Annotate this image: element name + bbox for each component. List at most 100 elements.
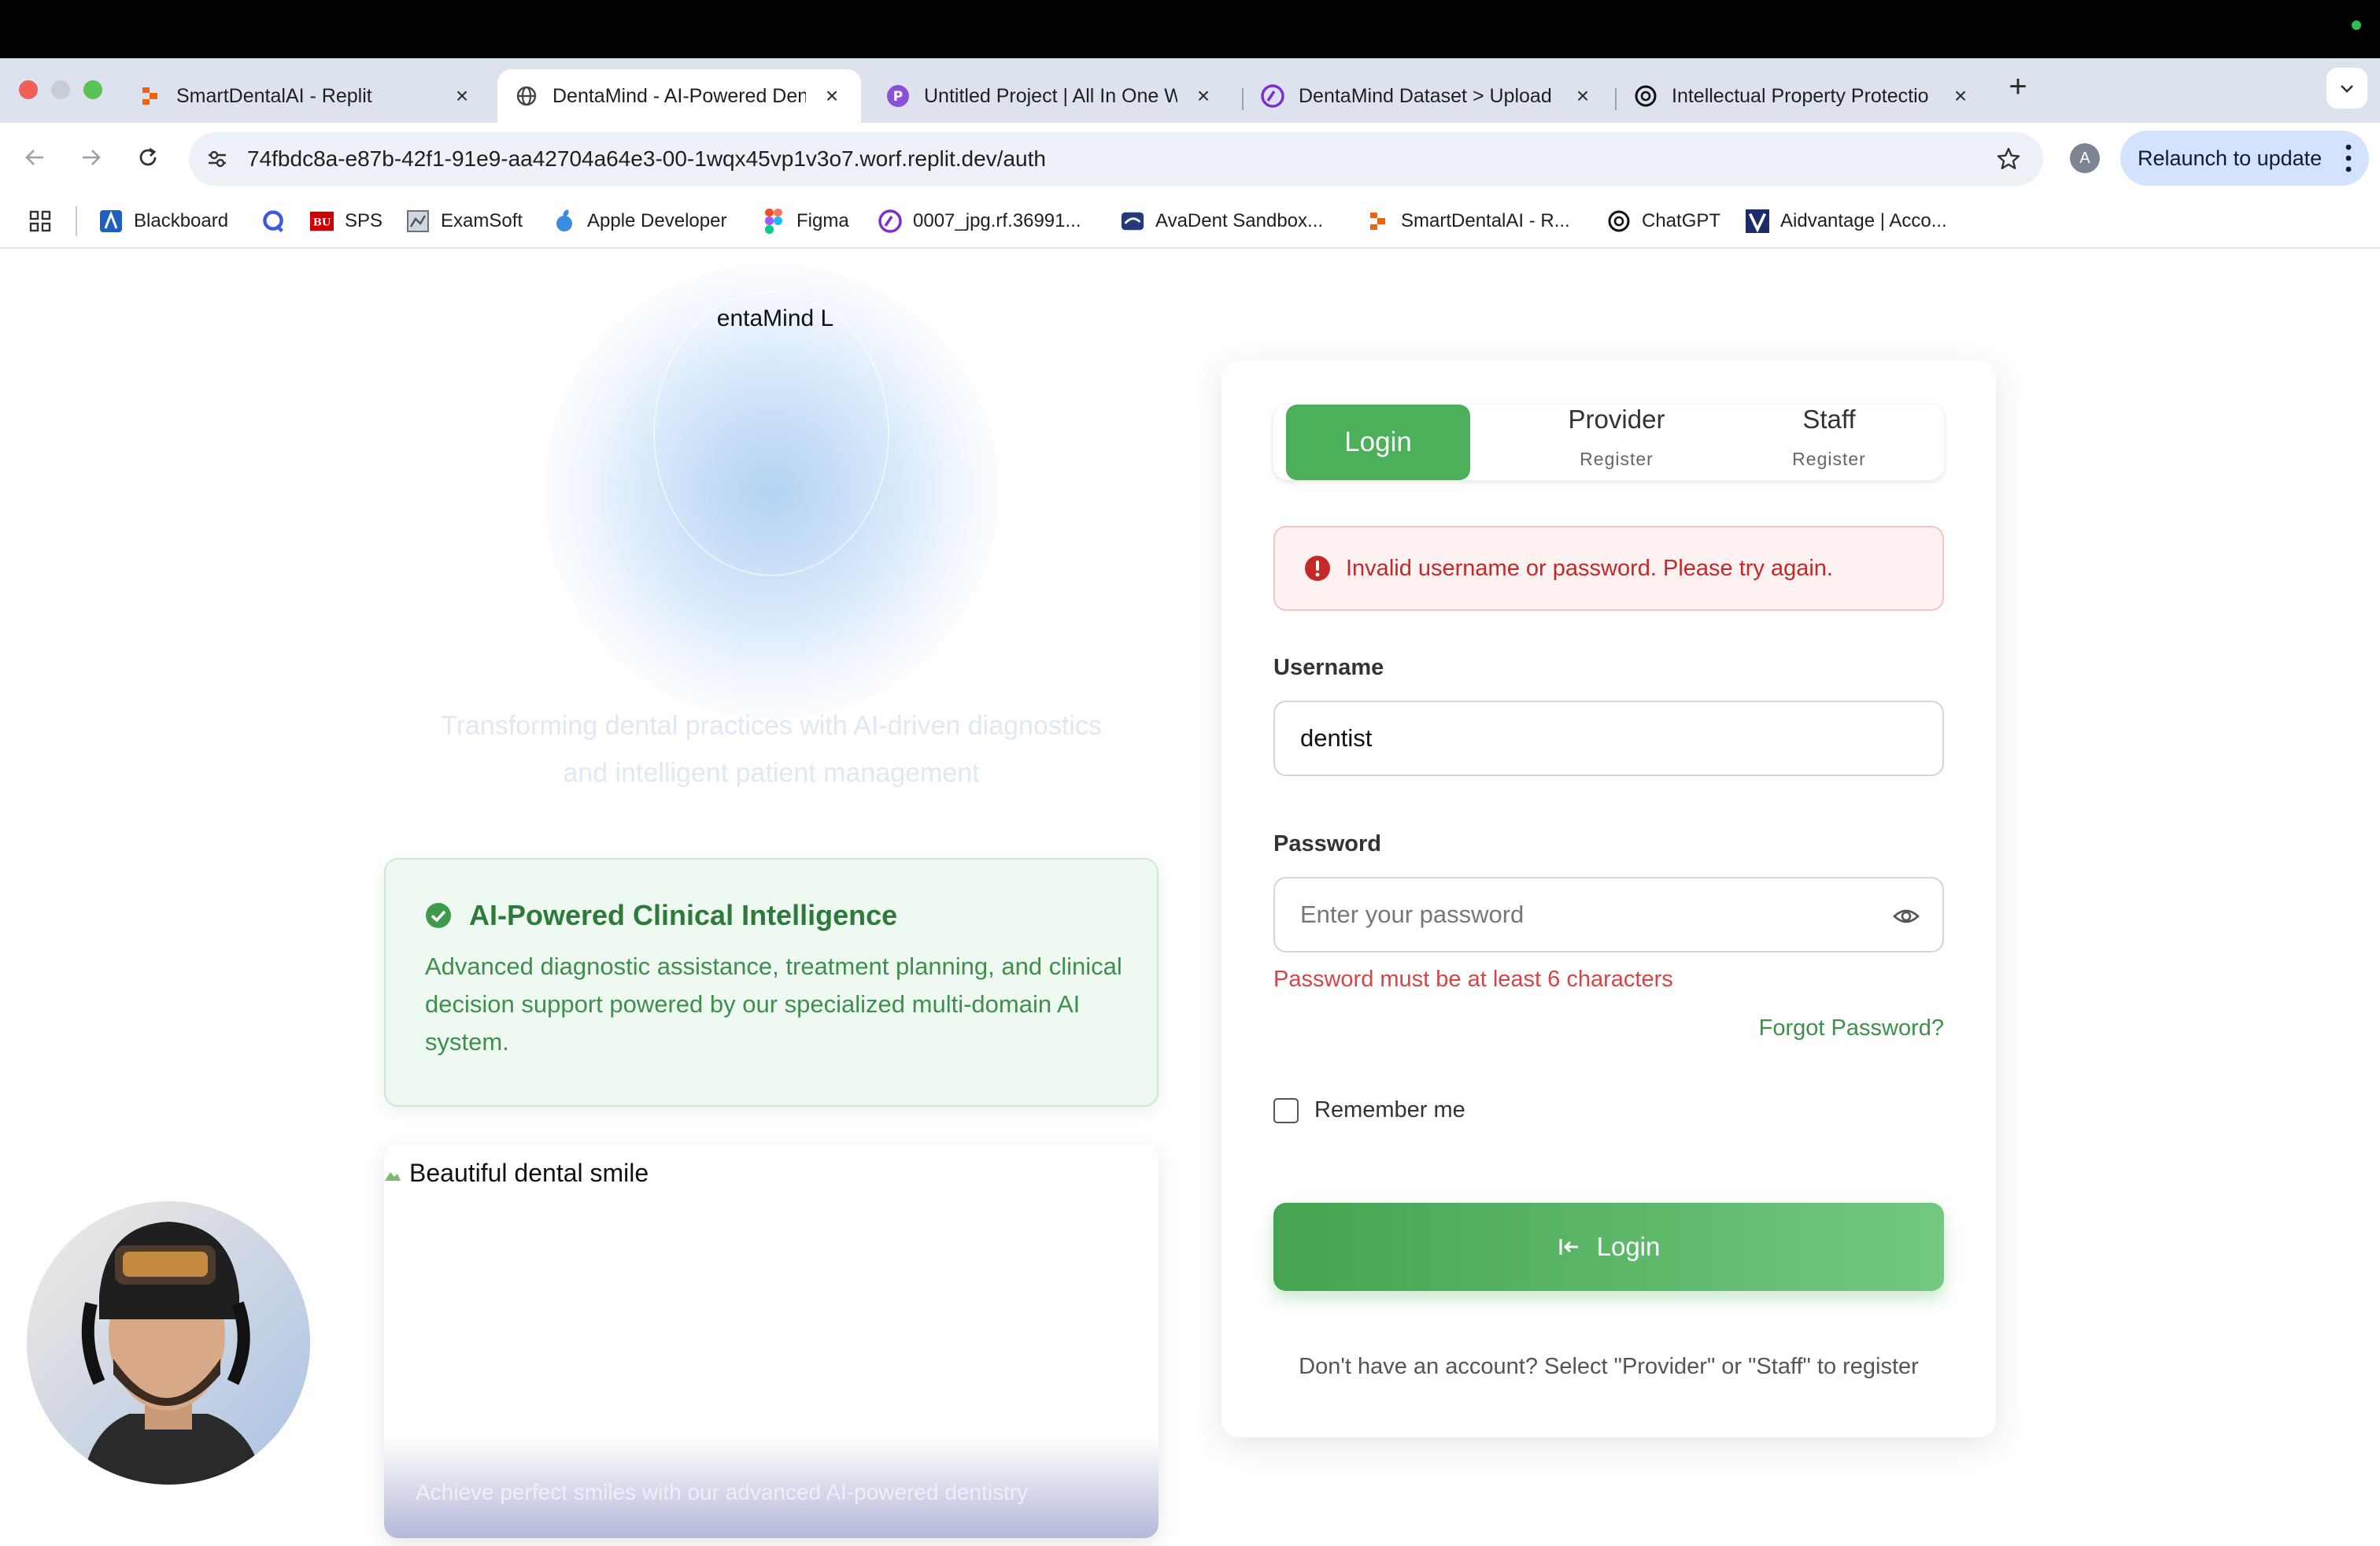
browser-tab[interactable]: DentaMind Dataset > Upload × — [1244, 69, 1612, 123]
reload-button[interactable] — [129, 139, 167, 176]
bookmark-label: 0007_jpg.rf.36991... — [913, 210, 1081, 231]
arrow-right-icon — [83, 150, 101, 165]
tab-provider-label: Provider — [1568, 405, 1665, 434]
profile-avatar[interactable]: A — [2070, 143, 2100, 173]
brand-logo-text: entaMind L — [716, 305, 834, 331]
feature-title: AI-Powered Clinical Intelligence — [469, 899, 898, 931]
bookmark-label: Figma — [796, 210, 849, 231]
bookmark-label: Apple Developer — [587, 210, 727, 231]
password-error: Password must be at least 6 characters — [1273, 967, 1673, 992]
site-settings-icon[interactable] — [201, 143, 233, 175]
bu-icon: BU — [310, 209, 334, 233]
auth-tabs: Login Provider Register Staff Register — [1273, 405, 1944, 480]
openai-icon — [1607, 209, 1631, 233]
bookmark-blackboard[interactable]: Blackboard — [99, 206, 228, 236]
apps-button[interactable] — [28, 206, 63, 236]
tab-provider-register[interactable]: Provider Register — [1514, 405, 1719, 480]
camera-indicator-icon — [2352, 20, 2361, 30]
bookmark-label: AvaDent Sandbox... — [1155, 210, 1324, 231]
bookmark-apple-developer[interactable]: Apple Developer — [552, 206, 726, 236]
window-minimize-button[interactable] — [51, 80, 70, 99]
apple-icon — [552, 209, 576, 233]
hero-logo-ring — [653, 291, 889, 576]
svg-text:BU: BU — [313, 217, 331, 229]
username-label: Username — [1273, 655, 1384, 680]
check-circle-icon — [426, 903, 451, 928]
person-avatar — [27, 1201, 310, 1485]
roboflow-icon — [878, 209, 902, 233]
login-submit-label: Login — [1596, 1232, 1661, 1261]
browser-tab[interactable]: SmartDentalAI - Replit × — [121, 69, 491, 123]
tab-search-button[interactable] — [2326, 68, 2367, 109]
apps-grid-icon — [28, 209, 52, 233]
bookmark-star-icon[interactable] — [1990, 140, 2027, 178]
system-menubar — [0, 0, 2380, 58]
browser-tab[interactable]: Intellectual Property Protectio × — [1617, 69, 1990, 123]
broken-image-alt: Beautiful dental smile — [384, 1159, 649, 1188]
roboflow-icon — [1261, 84, 1284, 108]
more-vertical-icon[interactable] — [2344, 142, 2353, 175]
bookmark-label: ChatGPT — [1642, 210, 1721, 231]
bookmark-examsoft[interactable]: ExamSoft — [406, 206, 523, 236]
bookmark-avadent[interactable]: AvaDent Sandbox... — [1121, 206, 1323, 236]
bookmark-label: Aidvantage | Acco... — [1780, 210, 1947, 231]
window-close-button[interactable] — [19, 80, 38, 99]
bookmark-roboflow-image[interactable]: 0007_jpg.rf.36991... — [878, 206, 1081, 236]
password-input[interactable]: Enter your password — [1273, 877, 1944, 952]
bookmark-replit[interactable]: SmartDentalAI - R... — [1366, 206, 1570, 236]
remember-me-checkbox[interactable] — [1273, 1097, 1299, 1123]
bookmark-label: SmartDentalAI - R... — [1401, 210, 1570, 231]
username-input[interactable]: dentist — [1273, 701, 1944, 776]
browser-tab[interactable]: P Untitled Project | All In One W × — [869, 69, 1232, 123]
url-text[interactable]: 74fbdc8a-e87b-42f1-91e9-aa42704a64e3-00-… — [247, 146, 1990, 172]
tab-title: DentaMind - AI-Powered Den — [552, 84, 806, 107]
close-icon[interactable]: × — [820, 83, 844, 108]
window-zoom-button[interactable] — [83, 80, 102, 99]
relaunch-button[interactable]: Relaunch to update — [2120, 131, 2369, 186]
login-submit-button[interactable]: Login — [1273, 1203, 1944, 1291]
bookmark-search-app[interactable] — [261, 206, 296, 236]
arrow-left-icon — [25, 150, 43, 165]
alert-circle-icon — [1305, 556, 1330, 581]
close-icon[interactable]: × — [450, 83, 474, 108]
eye-icon[interactable] — [1892, 902, 1920, 930]
hero-tagline: Transforming dental practices with AI-dr… — [441, 711, 1102, 788]
password-placeholder: Enter your password — [1300, 901, 1524, 928]
bookmark-aidvantage[interactable]: Aidvantage | Acco... — [1746, 206, 1947, 236]
back-button[interactable] — [16, 139, 54, 176]
bookmark-label: SPS — [345, 210, 383, 231]
tab-staff-label: Staff — [1802, 405, 1856, 434]
bookmark-figma[interactable]: Figma — [762, 206, 849, 236]
tab-title: DentaMind Dataset > Upload — [1299, 84, 1552, 107]
tab-staff-register[interactable]: Staff Register — [1727, 405, 1931, 480]
blackboard-icon — [99, 209, 123, 233]
bookmark-label: Blackboard — [134, 210, 229, 231]
broken-image-icon — [385, 1171, 401, 1181]
replit-icon — [1366, 209, 1390, 233]
close-icon[interactable]: × — [1949, 83, 1972, 108]
tab-login[interactable]: Login — [1286, 405, 1470, 480]
close-icon[interactable]: × — [1571, 83, 1595, 108]
bookmark-sps[interactable]: BU SPS — [310, 206, 382, 236]
aidvantage-icon — [1746, 209, 1769, 233]
tab-title: Intellectual Property Protectio — [1672, 84, 1929, 107]
login-error-alert: Invalid username or password. Please try… — [1273, 526, 1944, 611]
remember-me[interactable]: Remember me — [1273, 1097, 1465, 1123]
tab-staff-sublabel: Register — [1792, 449, 1866, 469]
project-icon: P — [886, 84, 910, 108]
new-tab-button[interactable]: + — [2004, 71, 2032, 102]
auth-card: Login Provider Register Staff Register I… — [1221, 361, 1996, 1437]
image-caption: Achieve perfect smiles with our advanced… — [416, 1480, 1029, 1504]
close-icon[interactable]: × — [1192, 83, 1215, 108]
forgot-password-link[interactable]: Forgot Password? — [1759, 1015, 1944, 1041]
bookmark-label: ExamSoft — [441, 210, 523, 231]
address-bar[interactable]: 74fbdc8a-e87b-42f1-91e9-aa42704a64e3-00-… — [189, 132, 2043, 186]
forward-button[interactable] — [72, 139, 110, 176]
bookmarks-divider — [76, 206, 77, 236]
username-value: dentist — [1300, 724, 1373, 752]
browser-tab-active[interactable]: DentaMind - AI-Powered Den × — [497, 69, 861, 123]
openai-icon — [1634, 84, 1658, 108]
login-icon — [1559, 1239, 1578, 1255]
feature-card: AI-Powered Clinical Intelligence Advance… — [384, 858, 1159, 1107]
bookmark-chatgpt[interactable]: ChatGPT — [1607, 206, 1720, 236]
